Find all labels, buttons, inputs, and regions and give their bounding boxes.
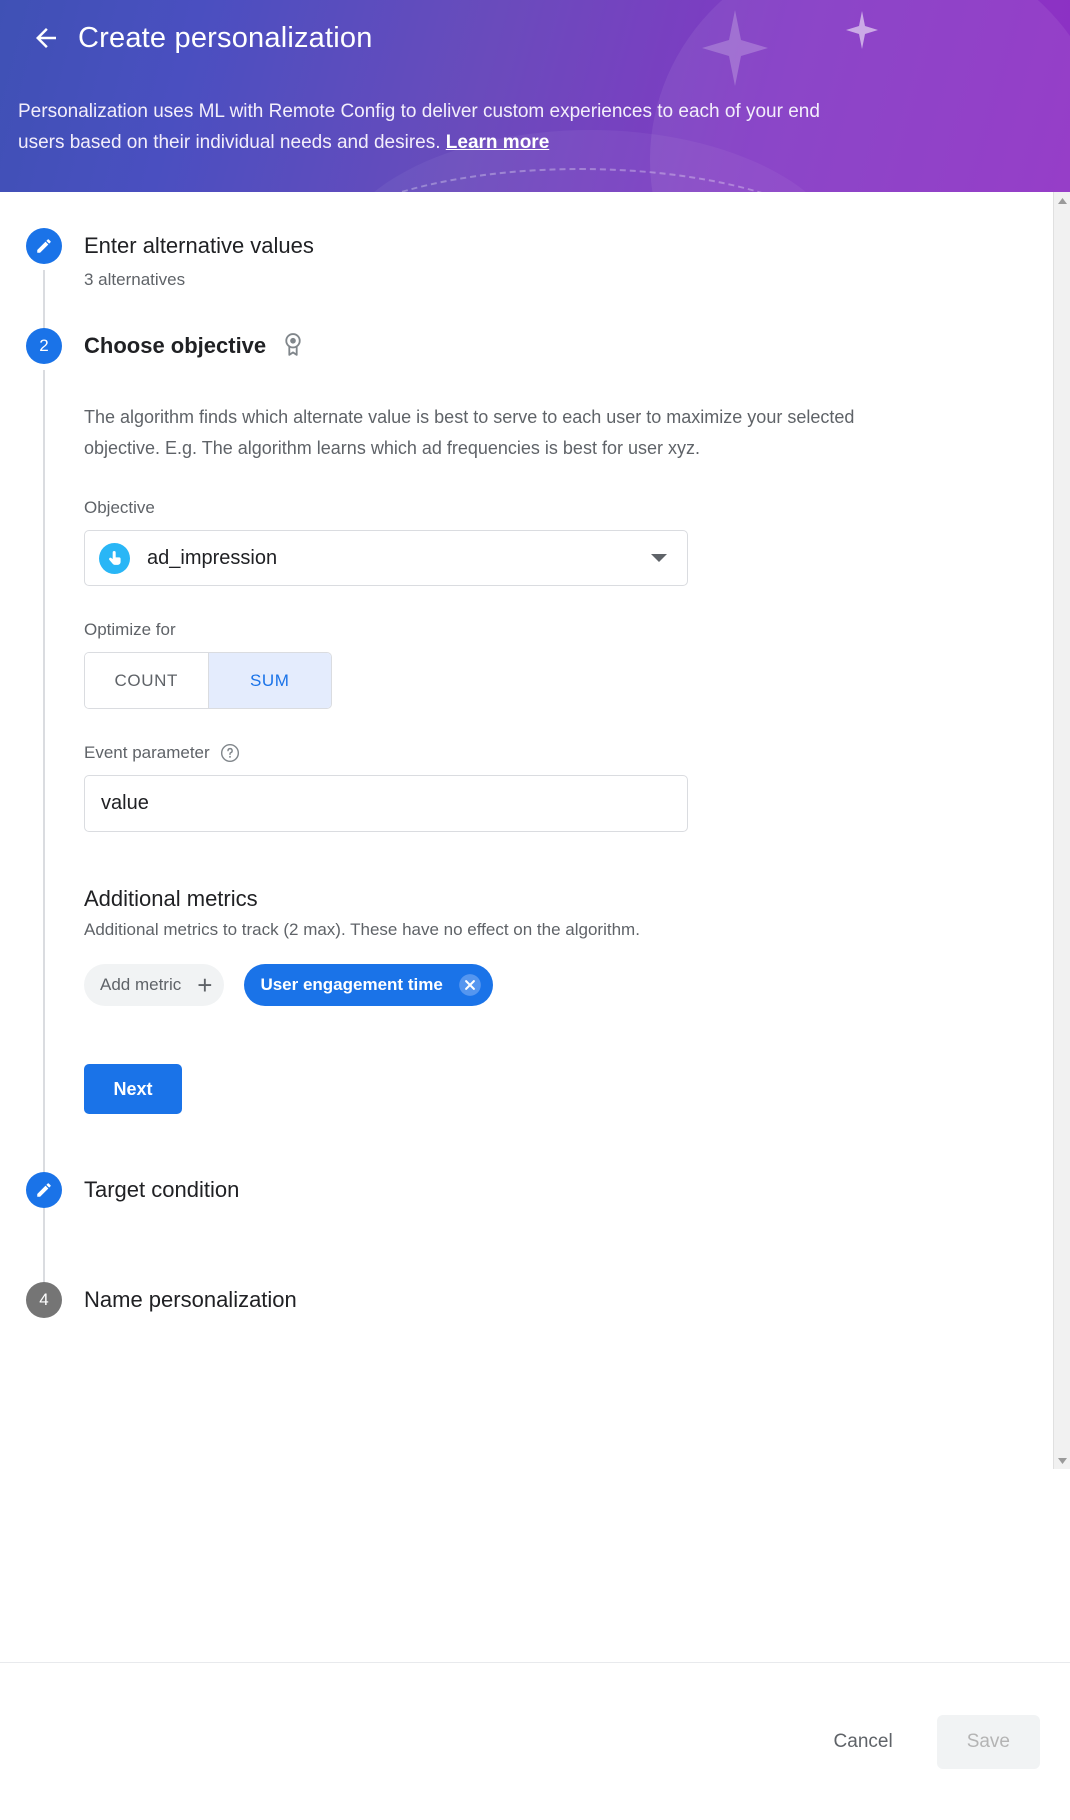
cancel-button[interactable]: Cancel [812,1717,915,1767]
step1-body: Enter alternative values 3 alternatives [84,228,1070,290]
page-title: Create personalization [78,21,373,54]
header-description: Personalization uses ML with Remote Conf… [18,96,848,158]
step1-marker-edit-pencil-icon [26,228,62,264]
event-parameter-input[interactable]: value [84,775,688,832]
objective-value: ad_impression [147,546,278,569]
help-circle-icon[interactable] [220,743,240,763]
optimize-option-count[interactable]: COUNT [85,653,208,708]
step2-body: Choose objective The algorithm finds whi… [84,328,1070,1114]
scroll-down-arrow-icon[interactable] [1054,1452,1070,1469]
additional-metrics-subtitle: Additional metrics to track (2 max). The… [84,920,640,939]
event-parameter-label-row: Event parameter [84,743,1040,763]
close-circle-icon[interactable] [457,972,483,998]
step-name-personalization[interactable]: 4 Name personalization [0,1282,1070,1318]
dialog-header: Create personalization Personalization u… [0,0,1070,192]
dialog-content: Enter alternative values 3 alternatives … [0,192,1070,1469]
content-scrollbar[interactable] [1053,192,1070,1469]
step4-body: Name personalization [84,1282,1070,1318]
plus-icon: + [197,970,213,1000]
chevron-down-icon[interactable] [651,554,667,562]
step-enter-alternative-values[interactable]: Enter alternative values 3 alternatives [0,228,1070,348]
step3-marker-edit-pencil-icon [26,1172,62,1208]
step4-marker: 4 [26,1282,62,1318]
create-personalization-dialog: Create personalization Personalization u… [0,0,1070,1820]
optimize-for-label: Optimize for [84,620,176,639]
add-metric-chip[interactable]: Add metric + [84,964,225,1006]
step2-marker: 2 [26,328,62,364]
additional-metrics-title: Additional metrics [84,886,258,911]
step1-gutter [0,228,84,348]
save-button[interactable]: Save [936,1714,1040,1769]
learn-more-link[interactable]: Learn more [446,132,549,153]
metric-chip-list: Add metric + User engagement time [84,964,1040,1006]
step1-title: Enter alternative values [84,233,314,258]
award-medal-icon [280,330,306,363]
metric-chip-label: User engagement time [260,975,443,994]
optimize-for-toggle[interactable]: COUNT SUM [84,652,332,709]
step-target-condition[interactable]: Target condition [0,1172,1070,1286]
event-parameter-label: Event parameter [84,743,210,762]
step1-subtitle: 3 alternatives [84,270,186,289]
optimize-option-sum[interactable]: SUM [207,653,331,708]
scroll-up-arrow-icon[interactable] [1054,192,1070,209]
objective-select[interactable]: ad_impression [84,530,688,586]
step4-title: Name personalization [84,1287,297,1312]
step2-description: The algorithm finds which alternate valu… [84,407,855,458]
back-arrow-icon[interactable] [26,18,66,58]
step-choose-objective: 2 Choose objective The algorithm finds w… [0,328,1070,1300]
step3-connector [43,1216,45,1286]
step4-gutter: 4 [0,1282,84,1318]
step3-body: Target condition [84,1172,1070,1208]
dialog-footer: Cancel Save [0,1662,1070,1820]
step2-gutter: 2 [0,328,84,1300]
next-button[interactable]: Next [84,1064,182,1114]
header-description-text: Personalization uses ML with Remote Conf… [18,101,820,153]
add-metric-label: Add metric [100,975,182,994]
step2-connector [43,370,45,1300]
step2-title-row: Choose objective [84,328,1040,364]
event-parameter-value: value [101,792,149,814]
step2-title: Choose objective [84,333,267,358]
metric-chip-user-engagement-time[interactable]: User engagement time [244,964,493,1006]
objective-label: Objective [84,498,155,517]
step3-gutter [0,1172,84,1286]
step3-title: Target condition [84,1177,240,1202]
touch-tap-icon [99,542,130,574]
